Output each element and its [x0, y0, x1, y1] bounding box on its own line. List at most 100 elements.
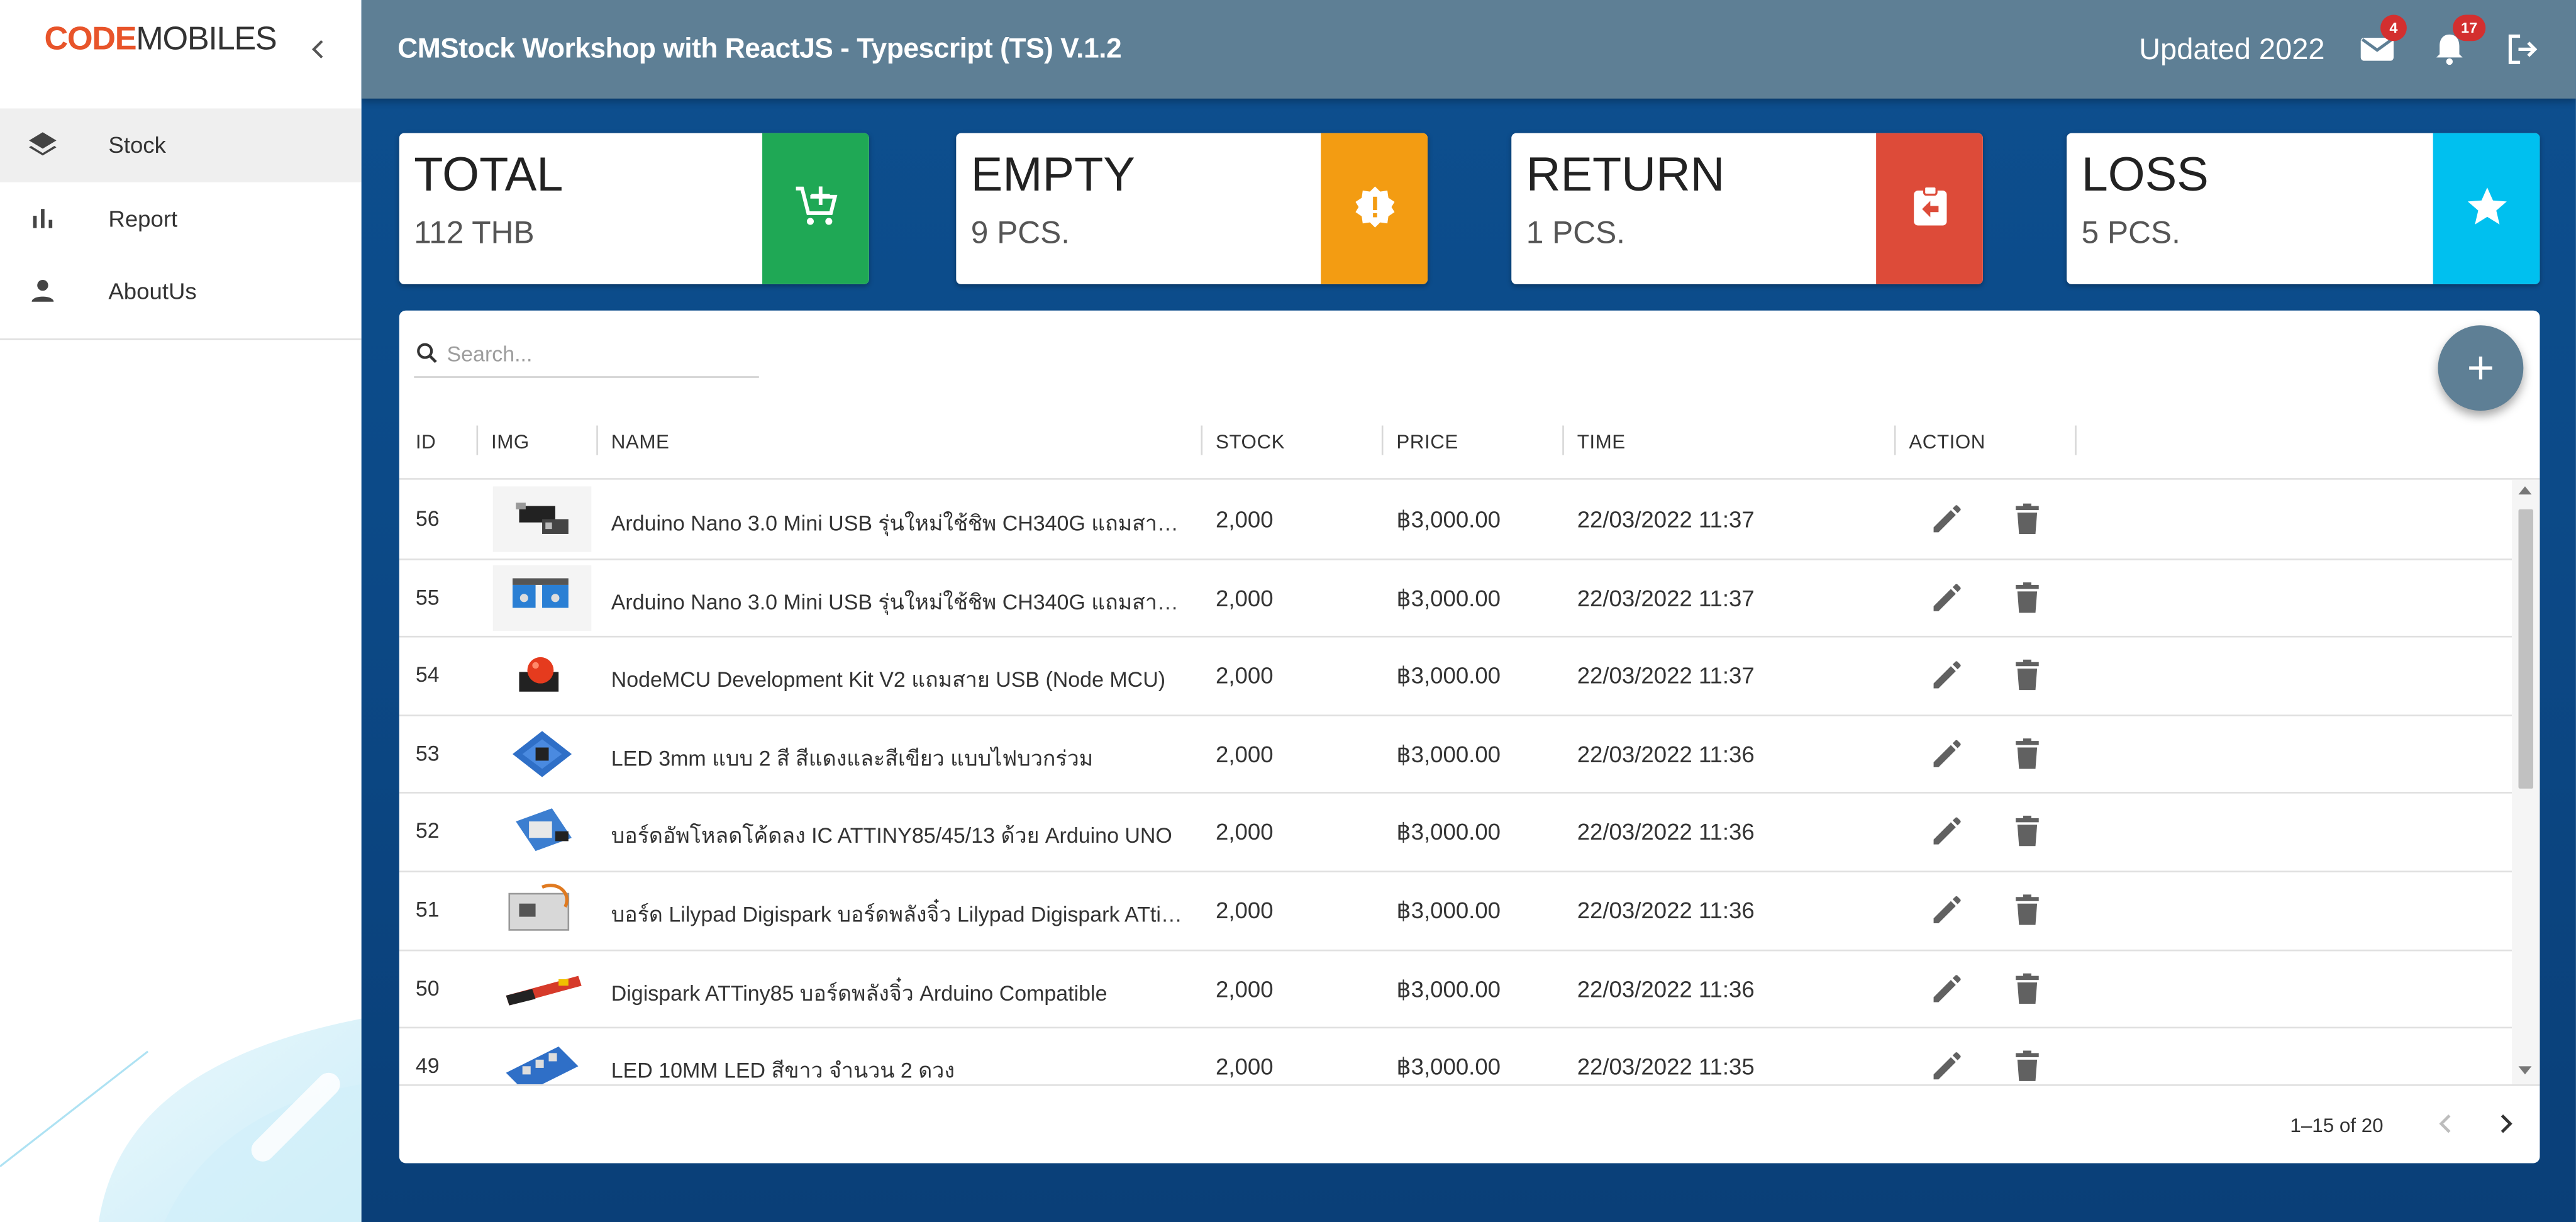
delete-icon[interactable]: [2007, 969, 2047, 1008]
cell-id: 51: [415, 897, 440, 922]
column-separator[interactable]: [596, 425, 598, 455]
column-header-price[interactable]: PRICE: [1396, 430, 1458, 453]
delete-icon[interactable]: [2007, 734, 2047, 774]
logout-icon: [2508, 34, 2538, 64]
column-separator[interactable]: [2075, 425, 2077, 455]
column-separator[interactable]: [1894, 425, 1896, 455]
column-header-stock[interactable]: STOCK: [1216, 430, 1285, 453]
cell-time: 22/03/2022 11:36: [1577, 975, 1755, 1002]
edit-icon[interactable]: [1927, 734, 1967, 774]
delete-icon[interactable]: [2007, 656, 2047, 696]
mail-badge: 4: [2380, 14, 2407, 42]
cell-id: 53: [415, 740, 440, 765]
edit-icon[interactable]: [1927, 891, 1967, 930]
column-header-time[interactable]: TIME: [1577, 430, 1626, 453]
table-row[interactable]: 53 LED 3mm แบบ 2 สี สีแดงและสีเขียว แบบไ…: [399, 714, 2512, 794]
cell-stock: 2,000: [1216, 662, 1274, 689]
star-icon: [2467, 187, 2507, 225]
column-separator[interactable]: [1562, 425, 1564, 455]
delete-icon[interactable]: [2007, 499, 2047, 539]
stat-icon-panel: [2433, 133, 2540, 284]
edit-icon[interactable]: [1927, 577, 1967, 617]
notification-badge: 17: [2453, 14, 2486, 42]
scrollbar-thumb[interactable]: [2518, 509, 2534, 789]
cell-name: Arduino Nano 3.0 Mini USB รุ่นใหม่ใช้ชิพ…: [611, 511, 1190, 536]
table-row[interactable]: 49 LED 10MM LED สีขาว จำนวน 2 ดวง 2,000 …: [399, 1027, 2512, 1085]
column-header-id[interactable]: ID: [416, 430, 436, 453]
cell-price: ฿3,000.00: [1396, 1053, 1501, 1080]
cell-id: 56: [415, 506, 440, 531]
table-row[interactable]: 55 Arduino Nano 3.0 Mini USB รุ่นใหม่ใช้…: [399, 558, 2512, 638]
delete-icon[interactable]: [2007, 891, 2047, 930]
cell-time: 22/03/2022 11:37: [1577, 506, 1755, 533]
sidebar-item-aboutus[interactable]: AboutUs: [0, 255, 362, 328]
column-header-img[interactable]: IMG: [491, 430, 530, 453]
sidebar-item-stock[interactable]: Stock: [0, 108, 362, 182]
next-page-icon[interactable]: [2489, 1108, 2521, 1140]
logo-code-text: CODE: [44, 21, 137, 58]
column-separator[interactable]: [1381, 425, 1384, 455]
cell-id: 50: [415, 975, 440, 1000]
cell-stock: 2,000: [1216, 740, 1274, 767]
add-product-button[interactable]: [2438, 325, 2524, 411]
scroll-down-arrow-icon[interactable]: [2518, 1066, 2532, 1075]
brand-header: CODEMOBILES: [0, 0, 362, 99]
person-icon: [31, 279, 54, 302]
cell-stock: 2,000: [1216, 975, 1274, 1002]
product-thumbnail: [492, 799, 592, 865]
cell-stock: 2,000: [1216, 506, 1274, 533]
previous-page-icon[interactable]: [2429, 1108, 2462, 1140]
edit-icon[interactable]: [1927, 1047, 1967, 1084]
collapse-sidebar-button[interactable]: [306, 30, 332, 69]
stat-card-empty: EMPTY 9 PCS.: [956, 133, 1428, 284]
table-row[interactable]: 50 Digispark ATTiny85 บอร์ดพลังจิ๋ว Ardu…: [399, 949, 2512, 1029]
cell-name: Arduino Nano 3.0 Mini USB รุ่นใหม่ใช้ชิพ…: [611, 589, 1190, 614]
notifications-button[interactable]: 17: [2429, 14, 2486, 69]
delete-icon[interactable]: [2007, 577, 2047, 617]
edit-icon[interactable]: [1927, 656, 1967, 696]
table-row[interactable]: 52 บอร์ดอัพโหลดโค้ดลง IC ATTINY85/45/13 …: [399, 792, 2512, 873]
column-separator[interactable]: [476, 425, 479, 455]
logout-button[interactable]: [2502, 30, 2541, 69]
table-pagination: 1–15 of 20: [399, 1084, 2540, 1163]
product-thumbnail: [492, 721, 592, 787]
edit-icon[interactable]: [1927, 812, 1967, 852]
product-thumbnail: [492, 564, 592, 631]
table-row[interactable]: 56 Arduino Nano 3.0 Mini USB รุ่นใหม่ใช้…: [399, 480, 2512, 560]
mail-button[interactable]: 4: [2358, 14, 2407, 69]
stat-value: 112 THB: [414, 216, 535, 252]
plus-icon: [2469, 356, 2492, 380]
product-thumbnail: [492, 486, 592, 552]
scroll-up-arrow-icon[interactable]: [2518, 486, 2532, 495]
add-cart-icon: [796, 186, 838, 225]
search-input[interactable]: [447, 338, 753, 369]
cell-id: 55: [415, 584, 440, 609]
stat-title: EMPTY: [970, 149, 1135, 203]
layers-icon: [29, 132, 57, 156]
stat-card-total: TOTAL 112 THB: [399, 133, 869, 284]
pagination-range: 1–15 of 20: [2290, 1114, 2384, 1137]
sidebar-divider: [0, 338, 362, 340]
delete-icon[interactable]: [2007, 1047, 2047, 1084]
cell-time: 22/03/2022 11:36: [1577, 818, 1755, 845]
stat-title: TOTAL: [414, 149, 564, 203]
cell-price: ฿3,000.00: [1396, 662, 1501, 689]
stat-value: 1 PCS.: [1526, 216, 1625, 252]
cell-time: 22/03/2022 11:36: [1577, 897, 1755, 924]
table-row[interactable]: 51 บอร์ด Lilypad Digispark บอร์ดพลังจิ๋ว…: [399, 870, 2512, 951]
stat-icon-panel: [1321, 133, 1428, 284]
delete-icon[interactable]: [2007, 812, 2047, 852]
edit-icon[interactable]: [1927, 499, 1967, 539]
stat-icon-panel: [762, 133, 869, 284]
table-row[interactable]: 54 NodeMCU Development Kit V2 แถมสาย USB…: [399, 636, 2512, 716]
table-scrollbar[interactable]: [2512, 479, 2540, 1085]
column-header-name[interactable]: NAME: [611, 430, 670, 453]
cell-id: 52: [415, 818, 440, 844]
chevron-left-icon: [311, 40, 323, 58]
product-thumbnail: [492, 877, 592, 943]
stat-icon-panel: [1876, 133, 1983, 284]
column-separator[interactable]: [1201, 425, 1203, 455]
edit-icon[interactable]: [1927, 969, 1967, 1008]
sidebar-item-report[interactable]: Report: [0, 182, 362, 255]
cell-time: 22/03/2022 11:35: [1577, 1053, 1755, 1080]
